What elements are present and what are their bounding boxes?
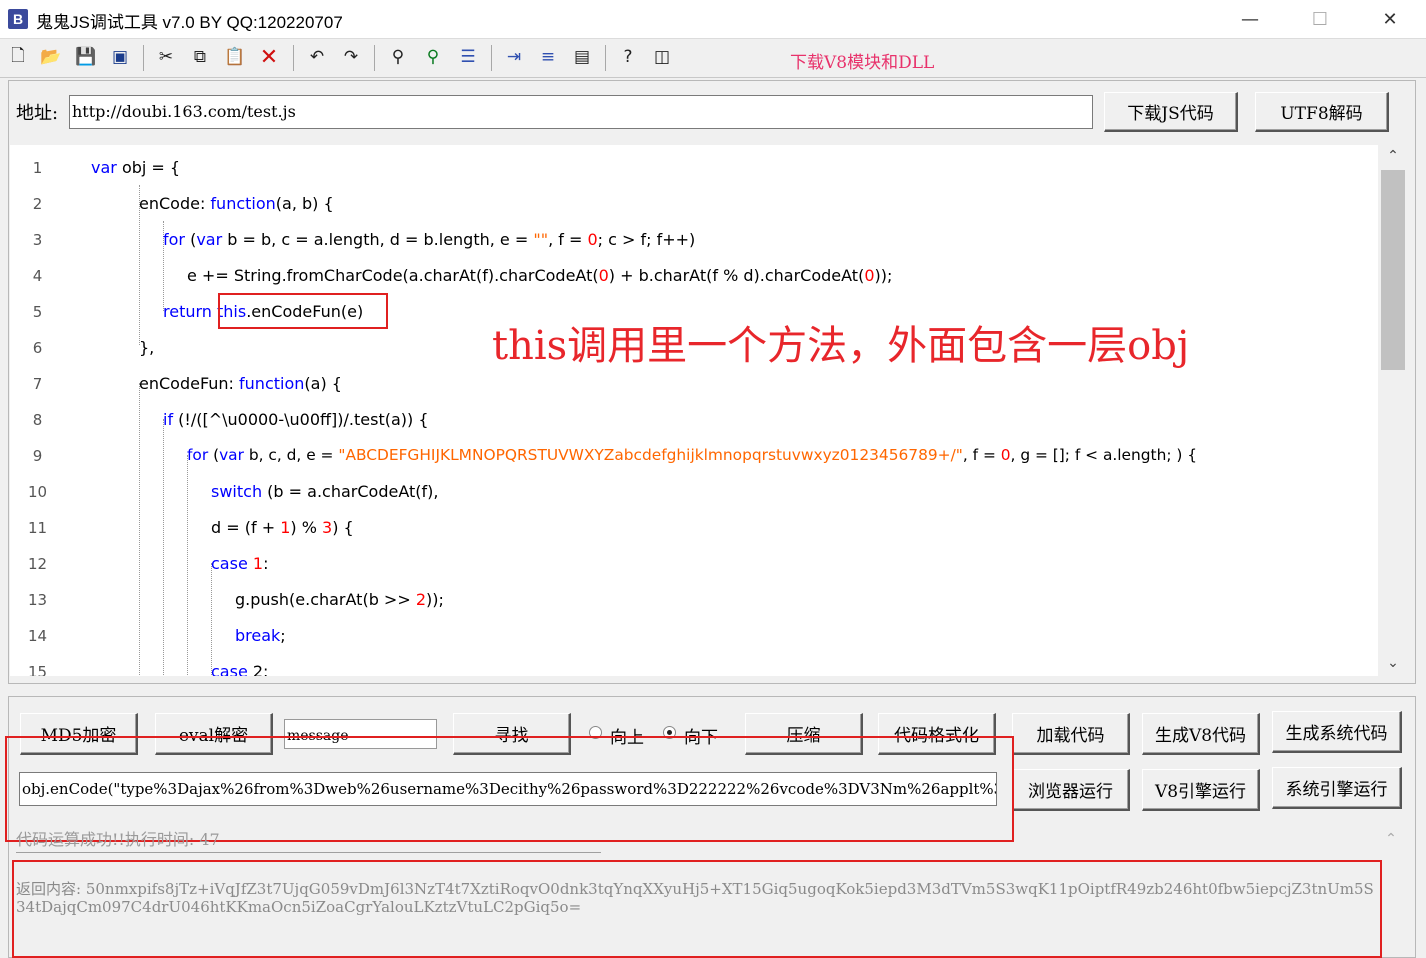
scroll-down-icon[interactable]: ⌄	[1380, 652, 1406, 674]
line-number: 9	[32, 447, 43, 465]
close-button[interactable]: ✕	[1355, 0, 1425, 38]
line-number: 12	[27, 555, 48, 573]
line-number: 6	[32, 339, 43, 357]
split-icon[interactable]: ◫	[650, 45, 674, 69]
line-number: 11	[27, 519, 48, 537]
status-text: 代码运算成功!!执行时间: 47	[16, 830, 220, 849]
annotation-text: this调用里一个方法，外面包含一层obj	[492, 323, 1190, 369]
line-number: 10	[27, 483, 48, 501]
generate-system-code-button[interactable]: 生成系统代码	[1272, 711, 1402, 753]
code-line: switch (b = a.charCodeAt(f),	[211, 482, 439, 501]
generate-v8-code-button[interactable]: 生成V8代码	[1142, 713, 1260, 755]
indent-guide	[163, 419, 164, 676]
code-line: case 2:	[211, 662, 269, 676]
code-line: if (!/([^\u0000-\u00ff])/.test(a)) {	[163, 410, 429, 429]
address-input[interactable]: http://doubi.163.com/test.js	[69, 95, 1093, 129]
minimize-button[interactable]: —	[1215, 0, 1285, 38]
line-number: 4	[32, 267, 43, 285]
line-number: 15	[27, 663, 48, 676]
save-all-icon[interactable]: ▣	[108, 45, 132, 69]
annotation-highlight-box	[12, 860, 1382, 958]
window-title: 鬼鬼JS调试工具 v7.0 BY QQ:120220707	[36, 13, 343, 32]
system-engine-run-button[interactable]: 系统引擎运行	[1272, 767, 1402, 809]
toolbar-separator	[605, 45, 606, 71]
utf8-decode-button[interactable]: UTF8解码	[1255, 92, 1389, 132]
help-icon[interactable]: ?	[616, 45, 640, 69]
indent-icon[interactable]: ⇥	[502, 45, 526, 69]
maximize-button[interactable]: ☐	[1285, 0, 1355, 38]
annotation-highlight-box	[218, 293, 388, 329]
line-number: 8	[32, 411, 43, 429]
code-line: d = (f + 1) % 3) {	[211, 518, 354, 537]
code-line: enCodeFun: function(a) {	[139, 374, 342, 393]
find-icon[interactable]: ⚲	[386, 45, 410, 69]
editor-scrollbar-thumb[interactable]	[1381, 170, 1405, 370]
download-js-button[interactable]: 下载JS代码	[1104, 92, 1238, 132]
code-line: },	[139, 338, 155, 357]
cut-icon[interactable]: ✂	[154, 45, 178, 69]
toolbar: 🗋 📂 💾 ▣ ✂ ⧉ 📋 ✕ ↶ ↷ ⚲ ⚲ ☰ ⇥ ≡ ▤ ? ◫	[0, 39, 1426, 78]
scroll-up-icon[interactable]: ⌃	[1380, 145, 1406, 167]
delete-icon[interactable]: ✕	[257, 45, 281, 70]
toolbar-separator	[293, 45, 294, 71]
download-v8-link[interactable]: 下载V8模块和DLL	[790, 48, 934, 73]
line-number: 1	[32, 159, 43, 177]
line-number: 5	[32, 303, 43, 321]
line-number: 14	[27, 627, 48, 645]
copy-icon[interactable]: ⧉	[188, 45, 212, 69]
line-number: 13	[27, 591, 48, 609]
address-label: 地址:	[16, 103, 59, 124]
code-editor[interactable]: 1 2 3 4 5 6 7 8 9 10 11 12 13 14 15 var …	[10, 145, 1378, 676]
numbered-list-icon[interactable]: ≡	[536, 45, 560, 69]
browser-run-button[interactable]: 浏览器运行	[1012, 769, 1130, 811]
load-code-button[interactable]: 加载代码	[1012, 713, 1130, 755]
line-number: 7	[32, 375, 43, 393]
toolbar-separator	[374, 45, 375, 71]
undo-icon[interactable]: ↶	[305, 45, 329, 69]
paste-icon[interactable]: 📋	[223, 45, 247, 69]
new-file-icon[interactable]: 🗋	[6, 45, 30, 69]
status-divider	[16, 852, 601, 853]
code-line: enCode: function(a, b) {	[139, 194, 334, 213]
window-icon[interactable]: ▤	[570, 45, 594, 69]
line-number: 2	[32, 195, 43, 213]
indent-guide	[187, 455, 188, 676]
code-line: e += String.fromCharCode(a.charAt(f).cha…	[187, 266, 893, 285]
code-line: case 1:	[211, 554, 269, 573]
app-icon: B	[8, 9, 28, 29]
toolbar-separator	[143, 45, 144, 71]
result-scroll-up-icon[interactable]: ⌃	[1378, 828, 1404, 850]
code-line: for (var b, c, d, e = "ABCDEFGHIJKLMNOPQ…	[187, 446, 1198, 464]
find-next-icon[interactable]: ⚲	[421, 45, 445, 69]
line-number: 3	[32, 231, 43, 249]
redo-icon[interactable]: ↷	[339, 45, 363, 69]
open-folder-icon[interactable]: 📂	[39, 45, 63, 69]
code-line: var obj = {	[91, 158, 181, 177]
code-line: for (var b = b, c = a.length, d = b.leng…	[163, 230, 696, 249]
list-icon[interactable]: ☰	[456, 45, 480, 69]
indent-guide	[139, 383, 140, 676]
code-line: g.push(e.charAt(b >> 2));	[235, 590, 444, 609]
code-line: break;	[235, 626, 286, 645]
save-icon[interactable]: 💾	[74, 45, 98, 69]
toolbar-separator	[491, 45, 492, 71]
indent-guide	[211, 563, 212, 676]
v8-engine-run-button[interactable]: V8引擎运行	[1142, 769, 1260, 811]
